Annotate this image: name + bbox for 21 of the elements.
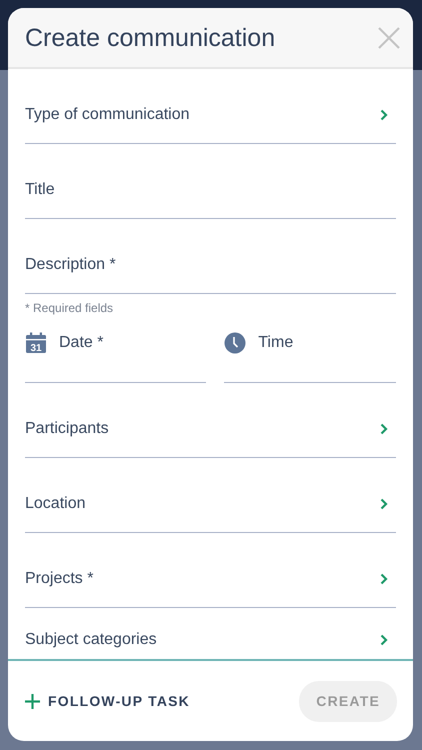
follow-up-task-button[interactable]: FOLLOW-UP TASK — [25, 690, 190, 712]
plus-icon — [25, 694, 40, 708]
chevron-right-icon — [380, 498, 388, 510]
close-icon — [377, 26, 401, 50]
chevron-right-icon — [380, 108, 388, 121]
input-field[interactable]: Description * — [25, 219, 396, 294]
calendar-icon: 31 — [25, 332, 47, 354]
chevron-right-icon — [380, 572, 388, 585]
select-field[interactable]: Location — [25, 458, 396, 533]
dialog-title: Create communication — [25, 22, 276, 52]
date-field[interactable]: 31 Date * — [25, 317, 206, 383]
select-field[interactable]: Subject categories — [25, 608, 396, 654]
required-fields-note: * Required fields — [25, 300, 114, 317]
clock-icon — [224, 332, 246, 354]
select-field[interactable]: Participants — [25, 383, 396, 458]
input-field[interactable]: Title — [25, 144, 396, 219]
select-field[interactable]: Type of communication — [25, 69, 396, 144]
chevron-right-icon — [380, 634, 388, 646]
time-field[interactable]: Time — [224, 317, 396, 383]
select-field[interactable]: Projects * — [25, 533, 396, 608]
chevron-right-icon — [380, 422, 388, 435]
